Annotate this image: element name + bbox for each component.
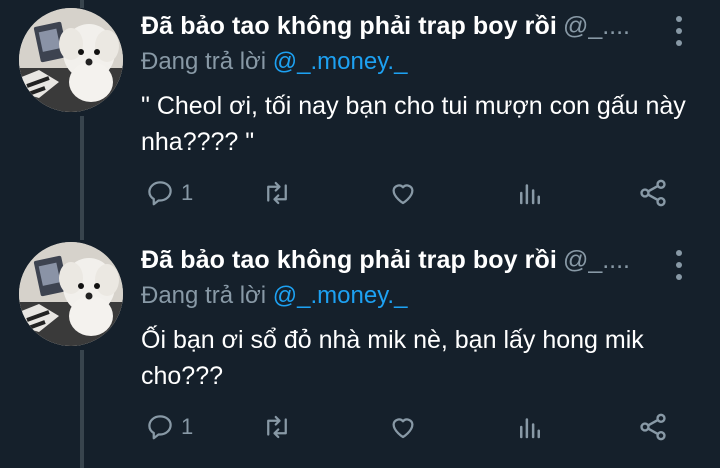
replying-to-mention[interactable]: @_.money._ <box>273 48 408 75</box>
tweet-actions: 1 <box>141 176 681 210</box>
user-handle[interactable]: @_.... <box>563 246 630 274</box>
heart-icon <box>392 184 414 205</box>
more-vertical-icon <box>676 40 682 46</box>
tweet[interactable]: Đã bảo tao không phải trap boy rồi @_....… <box>0 234 720 468</box>
retweet-button[interactable] <box>261 410 293 444</box>
like-button[interactable] <box>387 176 419 210</box>
tweet[interactable]: Đã bảo tao không phải trap boy rồi @_....… <box>0 0 720 234</box>
tweet-header: Đã bảo tao không phải trap boy rồi @_.... <box>141 246 640 275</box>
dog-photo-avatar-icon <box>19 242 123 346</box>
avatar[interactable] <box>19 8 123 112</box>
tweet-actions: 1 <box>141 410 681 444</box>
reply-button[interactable]: 1 <box>145 410 193 444</box>
replying-to-mention[interactable]: @_.money._ <box>273 282 408 309</box>
heart-icon <box>392 418 414 439</box>
retweet-button[interactable] <box>261 176 293 210</box>
more-options-button[interactable] <box>674 16 682 50</box>
more-vertical-icon <box>676 16 682 22</box>
tweet-header: Đã bảo tao không phải trap boy rồi @_.... <box>141 12 640 41</box>
share-icon <box>640 413 666 441</box>
replying-to: Đang trả lời @_.money._ <box>141 282 407 310</box>
tweet-text: Ối bạn ơi sổ đỏ nhà mik nè, bạn lấy hong… <box>141 326 644 390</box>
reply-icon <box>148 415 172 440</box>
dog-photo-avatar-icon <box>19 8 123 112</box>
retweet-icon <box>267 415 287 439</box>
share-icon <box>640 179 666 207</box>
more-vertical-icon <box>676 250 682 256</box>
more-vertical-icon <box>676 28 682 34</box>
share-button[interactable] <box>637 410 669 444</box>
reply-count: 1 <box>181 180 194 205</box>
like-button[interactable] <box>387 410 419 444</box>
replying-to: Đang trả lời @_.money._ <box>141 48 407 76</box>
more-vertical-icon <box>676 274 682 280</box>
analytics-icon <box>520 184 540 205</box>
replying-to-label: Đang trả lời <box>141 282 267 309</box>
avatar[interactable] <box>19 242 123 346</box>
user-handle[interactable]: @_.... <box>563 12 630 40</box>
display-name[interactable]: Đã bảo tao không phải trap boy rồi <box>141 12 557 40</box>
reply-icon <box>148 181 172 206</box>
retweet-icon <box>267 181 287 205</box>
tweet-text: " Cheol ơi, tối nay bạn cho tui mượn con… <box>141 92 686 156</box>
analytics-button[interactable] <box>515 176 545 210</box>
display-name[interactable]: Đã bảo tao không phải trap boy rồi <box>141 246 557 274</box>
replying-to-label: Đang trả lời <box>141 48 267 75</box>
analytics-button[interactable] <box>515 410 545 444</box>
analytics-icon <box>520 418 540 439</box>
more-vertical-icon <box>676 262 682 268</box>
share-button[interactable] <box>637 176 669 210</box>
reply-count: 1 <box>181 414 194 439</box>
reply-button[interactable]: 1 <box>145 176 193 210</box>
more-options-button[interactable] <box>674 250 682 284</box>
